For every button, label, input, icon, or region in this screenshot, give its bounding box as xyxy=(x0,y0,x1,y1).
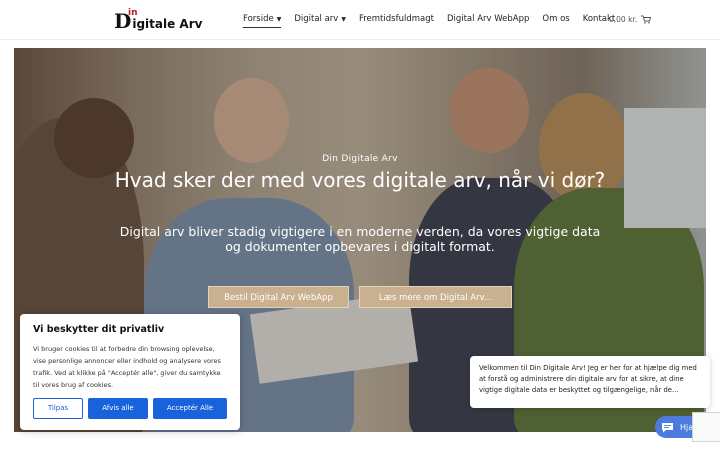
cart-link[interactable]: 0,00 kr. xyxy=(609,15,652,24)
logo-superscript: in xyxy=(128,8,138,18)
chat-icon xyxy=(662,422,673,432)
cookie-accept-button[interactable]: Acceptér Alle xyxy=(153,398,227,419)
nav-item-forside[interactable]: Forside ▼ xyxy=(243,14,282,28)
site-header: D in igitale Arv Forside ▼ Digital arv ▼ F… xyxy=(0,0,720,40)
cookie-buttons: Tilpas Afvis alle Acceptér Alle xyxy=(33,398,227,419)
nav-label: Digital Arv WebApp xyxy=(446,14,530,24)
cookie-title: Vi beskytter dit privatliv xyxy=(33,324,165,335)
nav-item-om-os[interactable]: Om os xyxy=(542,14,569,28)
hero-headline: Hvad sker der med vores digitale arv, nå… xyxy=(114,168,606,192)
chevron-down-icon: ▼ xyxy=(276,16,282,23)
cookie-reject-button[interactable]: Afvis alle xyxy=(88,398,148,419)
nav-item-webapp[interactable]: Digital Arv WebApp xyxy=(447,14,529,28)
nav-label: Fremtidsfuldmagt xyxy=(358,14,434,24)
nav-label: Om os xyxy=(542,14,570,24)
order-webapp-button[interactable]: Bestil Digital Arv WebApp xyxy=(208,286,349,308)
hero-eyebrow: Din Digitale Arv xyxy=(322,154,398,164)
cart-amount: 0,00 kr. xyxy=(609,15,638,24)
main-nav: Forside ▼ Digital arv ▼ Fremtidsfuldmagt D… xyxy=(243,14,628,28)
site-logo[interactable]: D in igitale Arv xyxy=(114,8,203,31)
nav-item-fremtidsfuldmagt[interactable]: Fremtidsfuldmagt xyxy=(359,14,434,28)
cookie-body: Vi bruger cookies til at forbedre din br… xyxy=(33,345,221,389)
read-more-button[interactable]: Læs mere om Digital Arv... xyxy=(359,286,512,308)
nav-label: Forside xyxy=(243,14,274,24)
logo-text: igitale Arv xyxy=(132,17,203,31)
cookie-customize-button[interactable]: Tilpas xyxy=(33,398,83,419)
chat-welcome-bubble[interactable]: Velkommen til Din Digitale Arv! Jeg er h… xyxy=(470,356,710,408)
cart-icon xyxy=(641,15,652,24)
chevron-down-icon: ▼ xyxy=(341,16,346,23)
hero-lead: Digital arv bliver stadig vigtigere i en… xyxy=(119,224,601,254)
nav-label: Digital arv xyxy=(294,14,339,24)
recaptcha-badge[interactable] xyxy=(692,412,720,442)
cookie-consent-banner: Vi beskytter dit privatliv Vi bruger coo… xyxy=(20,314,240,430)
nav-item-digital-arv[interactable]: Digital arv ▼ xyxy=(294,14,346,28)
